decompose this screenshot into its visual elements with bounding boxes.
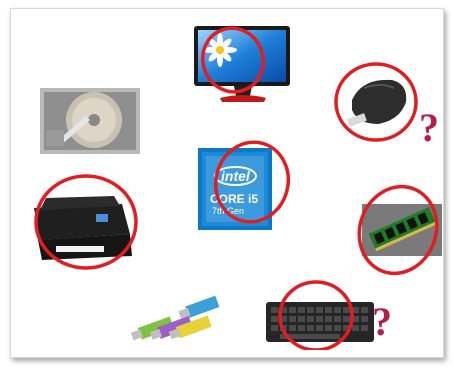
question-mark-mouse: ? [419,105,439,150]
mouse-icon [334,62,418,142]
question-mark-keyboard: ? [372,299,392,344]
keyboard-icon [266,280,374,350]
hard-drive-icon [40,88,140,154]
hardware-collage: ? intel CORE i5 7th Gen ? [0,0,454,369]
usb-drives-icon [130,296,220,341]
monitor-icon [194,26,290,102]
cpu-icon: intel CORE i5 7th Gen [196,140,291,232]
printer-icon [34,174,138,270]
ram-icon [357,184,442,276]
